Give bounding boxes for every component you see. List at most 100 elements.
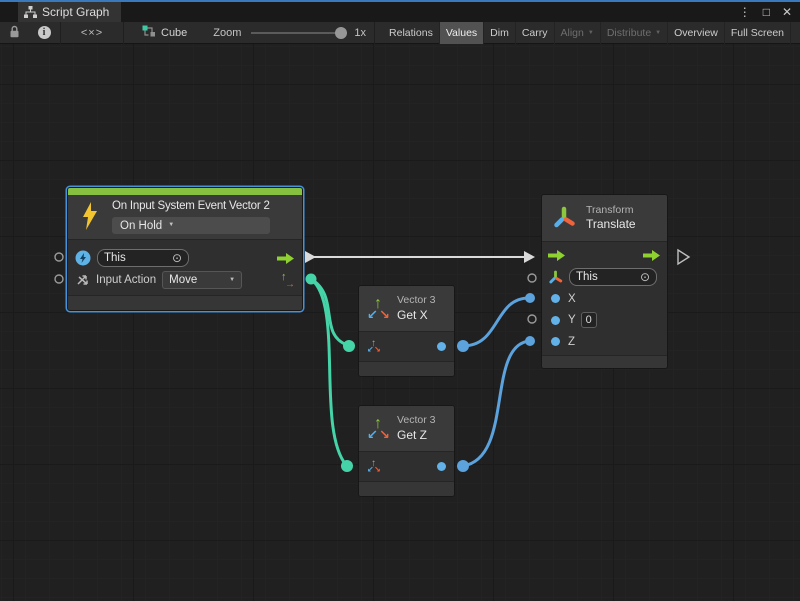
values-button[interactable]: Values bbox=[440, 22, 484, 44]
chevron-down-icon: ▼ bbox=[229, 277, 235, 283]
dim-button[interactable]: Dim bbox=[484, 22, 516, 44]
align-button: Align ▼ bbox=[555, 22, 601, 44]
zoom-slider-handle[interactable] bbox=[335, 27, 347, 39]
node-footer bbox=[359, 361, 454, 376]
script-graph-window: Script Graph ⋮ □ ✕ i <×> bbox=[0, 0, 800, 601]
translate-z-wire-port[interactable] bbox=[525, 336, 535, 346]
tab-title: Script Graph bbox=[42, 5, 109, 19]
getx-input-port[interactable] bbox=[343, 340, 355, 352]
flow-input-arrow-icon[interactable] bbox=[548, 249, 566, 262]
translate-y-port[interactable] bbox=[528, 315, 536, 323]
getx-output-wire-port[interactable] bbox=[457, 340, 469, 352]
node-get-z[interactable]: ↑↙↘ Vector 3 Get Z ↑↙↘ bbox=[358, 405, 455, 497]
zoom-label: Zoom bbox=[213, 27, 241, 39]
port-y-value-field[interactable]: 0 bbox=[581, 312, 597, 328]
info-button[interactable]: i bbox=[28, 22, 60, 44]
transform-port-icon[interactable] bbox=[548, 270, 563, 285]
code-icon: <×> bbox=[81, 27, 103, 39]
port-z-label: Z bbox=[568, 336, 575, 348]
tab-script-graph[interactable]: Script Graph bbox=[18, 2, 121, 22]
vector3-input-port-icon[interactable]: ↑↙↘ bbox=[367, 459, 382, 475]
float-wire-getx-to-x bbox=[463, 298, 529, 346]
vector2-output-icon[interactable]: ↑→ bbox=[279, 272, 295, 289]
getz-input-port[interactable] bbox=[341, 460, 353, 472]
distribute-button: Distribute ▼ bbox=[601, 22, 668, 44]
lightning-bolt-icon bbox=[80, 201, 100, 236]
port-y-dot[interactable] bbox=[551, 316, 560, 325]
node-title: Translate bbox=[586, 217, 636, 232]
event-accent-bar bbox=[68, 188, 302, 195]
input-action-icon bbox=[75, 273, 90, 287]
port-x-dot[interactable] bbox=[551, 294, 560, 303]
vector2-wire-to-getz bbox=[311, 279, 346, 465]
node-on-input-system-event[interactable]: On Input System Event Vector 2 On Hold ▼ bbox=[67, 187, 303, 311]
event-this-type-icon bbox=[75, 250, 91, 266]
event-this-port[interactable] bbox=[55, 253, 63, 261]
vector2-wire-to-getx bbox=[311, 279, 347, 345]
chevron-down-icon: ▼ bbox=[588, 30, 594, 36]
script-graph-asset-icon bbox=[142, 25, 156, 41]
flow-wire-source-arrow-icon bbox=[305, 251, 316, 263]
relations-button[interactable]: Relations bbox=[383, 22, 440, 44]
node-title: Get Z bbox=[397, 428, 436, 443]
graph-canvas[interactable]: On Input System Event Vector 2 On Hold ▼ bbox=[0, 44, 800, 601]
float-output-port-dot[interactable] bbox=[437, 342, 446, 351]
object-picker-icon[interactable]: ⊙ bbox=[172, 252, 182, 264]
flow-wire-dest-arrow-icon bbox=[524, 251, 535, 263]
code-view-button[interactable]: <×> bbox=[61, 22, 123, 44]
flow-output-arrow-icon[interactable] bbox=[643, 249, 661, 262]
input-action-label: Input Action bbox=[96, 274, 156, 286]
node-translate[interactable]: Transform Translate bbox=[541, 194, 668, 369]
node-get-x[interactable]: ↑↙↘ Vector 3 Get X ↑↙↘ bbox=[358, 285, 455, 377]
window-menu-button[interactable]: ⋮ bbox=[739, 2, 751, 22]
object-picker-icon[interactable]: ⊙ bbox=[640, 271, 650, 283]
getz-output-wire-port[interactable] bbox=[457, 460, 469, 472]
chevron-down-icon: ▼ bbox=[655, 30, 661, 36]
vector3-icon: ↑↙↘ bbox=[367, 416, 391, 442]
lock-button[interactable] bbox=[0, 22, 28, 44]
vector2-output-port[interactable] bbox=[306, 274, 317, 285]
window-maximize-button[interactable]: □ bbox=[763, 2, 770, 22]
full-screen-button[interactable]: Full Screen bbox=[725, 22, 791, 44]
port-x-label: X bbox=[568, 293, 576, 305]
lock-icon bbox=[9, 25, 20, 41]
node-category: Vector 3 bbox=[397, 414, 436, 427]
node-footer bbox=[359, 481, 454, 496]
translate-x-wire-port[interactable] bbox=[525, 293, 535, 303]
chevron-down-icon: ▼ bbox=[168, 222, 174, 230]
input-action-dropdown[interactable]: Move ▼ bbox=[162, 271, 242, 289]
vector3-input-port-icon[interactable]: ↑↙↘ bbox=[367, 339, 382, 355]
node-footer bbox=[68, 295, 302, 310]
toolbar-separator bbox=[374, 22, 375, 44]
toolbar-toggles: Relations Values Dim Carry Align ▼ Distr… bbox=[383, 22, 791, 44]
graph-hierarchy-icon bbox=[24, 6, 37, 18]
node-title: On Input System Event Vector 2 bbox=[112, 199, 270, 213]
zoom-value: 1x bbox=[354, 27, 366, 39]
graph-name: Cube bbox=[161, 27, 187, 39]
graph-breadcrumb[interactable]: Cube bbox=[142, 25, 187, 41]
carry-button[interactable]: Carry bbox=[516, 22, 555, 44]
flow-output-arrow-icon[interactable] bbox=[277, 252, 295, 265]
float-output-port-dot[interactable] bbox=[437, 462, 446, 471]
zoom-slider[interactable] bbox=[251, 27, 347, 39]
node-category: Transform bbox=[586, 204, 636, 217]
graph-toolbar: i <×> Cube Zoom 1x bbox=[0, 22, 800, 44]
translate-flow-out-arrow-icon[interactable] bbox=[678, 250, 689, 264]
vector3-icon: ↑↙↘ bbox=[367, 296, 391, 322]
window-close-button[interactable]: ✕ bbox=[782, 2, 792, 22]
transform-icon bbox=[552, 206, 576, 230]
event-action-port[interactable] bbox=[55, 275, 63, 283]
info-icon: i bbox=[38, 26, 51, 39]
port-z-dot[interactable] bbox=[551, 337, 560, 346]
node-category: Vector 3 bbox=[397, 294, 436, 307]
event-target-field[interactable]: This ⊙ bbox=[97, 249, 189, 267]
overview-button[interactable]: Overview bbox=[668, 22, 725, 44]
translate-this-port[interactable] bbox=[528, 274, 536, 282]
port-y-label: Y bbox=[568, 314, 576, 326]
translate-target-field[interactable]: This ⊙ bbox=[569, 268, 657, 286]
event-mode-dropdown[interactable]: On Hold ▼ bbox=[112, 217, 270, 234]
node-footer bbox=[542, 355, 667, 368]
window-controls: ⋮ □ ✕ bbox=[739, 2, 792, 22]
float-wire-getz-to-z bbox=[463, 341, 529, 466]
zoom-control: Zoom 1x bbox=[213, 27, 366, 39]
